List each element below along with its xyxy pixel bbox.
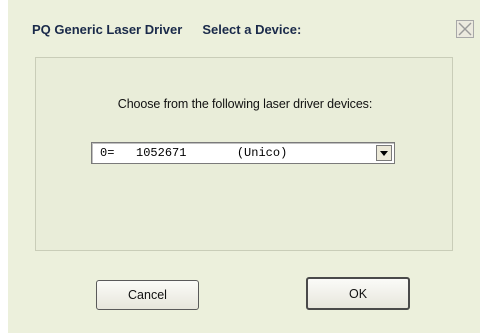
close-icon [458,22,472,36]
device-group-box: Choose from the following laser driver d… [35,57,453,251]
ok-button[interactable]: OK [306,277,410,310]
close-button[interactable] [456,20,474,38]
cancel-button[interactable]: Cancel [96,280,199,310]
title-bar: PQ Generic Laser Driver Select a Device: [8,0,480,48]
device-select-value: 0= 1052671 (Unico) [100,146,287,160]
window-title-app: PQ Generic Laser Driver [32,22,183,37]
chevron-down-icon [380,151,388,156]
window-title: PQ Generic Laser Driver Select a Device: [32,22,301,37]
window-title-action: Select a Device: [202,22,302,37]
device-serial: 1052671 [136,146,187,160]
device-prompt-label: Choose from the following laser driver d… [117,97,373,111]
device-select[interactable]: 0= 1052671 (Unico) [91,142,395,164]
select-device-dialog: PQ Generic Laser Driver Select a Device: … [8,0,480,333]
device-index: 0= [100,146,115,160]
device-name: (Unico) [236,146,288,160]
device-select-dropdown-button[interactable] [376,145,392,161]
